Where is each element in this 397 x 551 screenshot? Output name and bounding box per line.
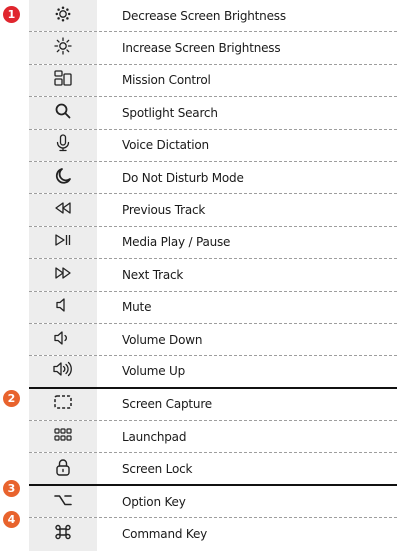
shortcut-label: Launchpad — [122, 429, 187, 444]
lock-icon — [54, 458, 72, 480]
shortcut-row: Mission Control — [29, 64, 397, 98]
shortcut-row: Voice Dictation — [29, 129, 397, 162]
shortcut-row: Screen Lock — [29, 453, 397, 486]
shortcut-label: Decrease Screen Brightness — [122, 8, 286, 23]
shortcut-row: Volume Down — [29, 323, 397, 357]
shortcut-label: Screen Lock — [122, 461, 193, 476]
shortcut-row: Spotlight Search — [29, 97, 397, 130]
mission-control-icon — [54, 69, 72, 91]
option-key-icon — [54, 491, 72, 513]
shortcut-row: Next Track — [29, 259, 397, 292]
marker-2: 2 — [3, 390, 20, 407]
search-icon — [54, 102, 72, 124]
shortcut-label: Do Not Disturb Mode — [122, 170, 244, 185]
screen-capture-icon — [54, 393, 72, 415]
shortcut-label: Voice Dictation — [122, 138, 209, 153]
shortcut-label: Screen Capture — [122, 397, 212, 412]
shortcut-label: Previous Track — [122, 203, 206, 218]
shortcut-row: Previous Track — [29, 194, 397, 227]
shortcut-row: Mute — [29, 291, 397, 324]
command-key-icon — [54, 523, 72, 545]
shortcut-row: Launchpad — [29, 421, 397, 454]
marker-3: 3 — [3, 480, 20, 497]
shortcut-label: Increase Screen Brightness — [122, 41, 281, 56]
shortcut-label: Option Key — [122, 494, 186, 509]
microphone-icon — [54, 134, 72, 156]
moon-icon — [54, 167, 72, 189]
shortcut-row: Decrease Screen Brightness — [29, 0, 397, 33]
rewind-icon — [54, 199, 72, 221]
shortcut-label: Volume Up — [122, 364, 186, 379]
shortcut-label: Mission Control — [122, 73, 211, 88]
shortcut-label: Volume Down — [122, 332, 203, 347]
shortcut-row: Command Key — [29, 518, 397, 551]
shortcut-row: Option Key — [29, 485, 397, 519]
shortcut-row: Screen Capture — [29, 388, 397, 422]
shortcut-label: Command Key — [122, 527, 208, 542]
fast-forward-icon — [54, 264, 72, 286]
shortcut-label: Spotlight Search — [122, 105, 218, 120]
speaker-high-icon — [53, 360, 72, 382]
brightness-low-icon — [54, 5, 72, 27]
play-pause-icon — [54, 231, 72, 253]
speaker-mute-icon — [54, 296, 72, 318]
shortcut-label: Mute — [122, 300, 152, 315]
shortcut-row: Volume Up — [29, 356, 397, 389]
brightness-high-icon — [54, 37, 72, 59]
shortcut-label: Media Play / Pause — [122, 235, 231, 250]
shortcut-row: Increase Screen Brightness — [29, 32, 397, 65]
launchpad-icon — [54, 426, 72, 448]
marker-1: 1 — [3, 6, 20, 23]
marker-4: 4 — [3, 511, 20, 528]
shortcut-table: Decrease Screen Brightness Increase Scre… — [29, 0, 397, 551]
shortcut-row: Media Play / Pause — [29, 226, 397, 260]
shortcut-row: Do Not Disturb Mode — [29, 161, 397, 195]
shortcut-label: Next Track — [122, 267, 184, 282]
speaker-low-icon — [54, 329, 72, 351]
